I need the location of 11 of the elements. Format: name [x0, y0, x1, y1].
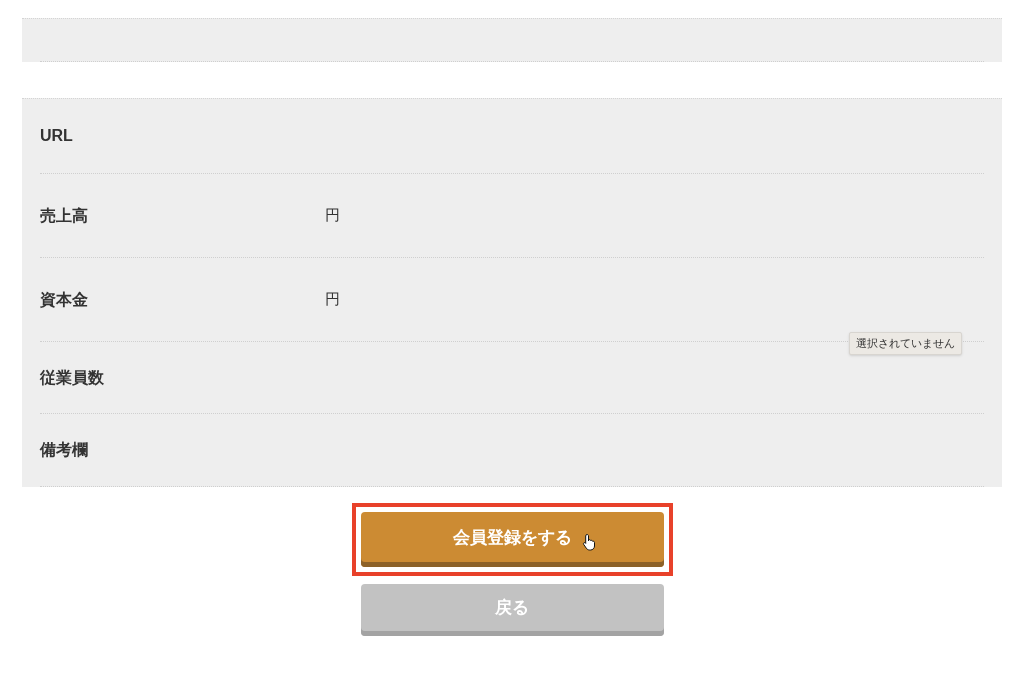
field-label: 売上高	[40, 205, 89, 226]
unit-label: 円	[325, 289, 340, 310]
unit-label: 円	[325, 205, 340, 226]
back-button[interactable]: 戻る	[360, 584, 664, 636]
register-button[interactable]: 会員登録をする	[360, 512, 664, 567]
field-label: URL	[40, 126, 74, 146]
field-label: 備考欄	[40, 440, 89, 460]
tooltip: 選択されていません	[849, 332, 962, 355]
hand-cursor-icon	[581, 533, 598, 551]
field-label: 従業員数	[40, 367, 105, 388]
field-label: 資本金	[40, 289, 89, 310]
